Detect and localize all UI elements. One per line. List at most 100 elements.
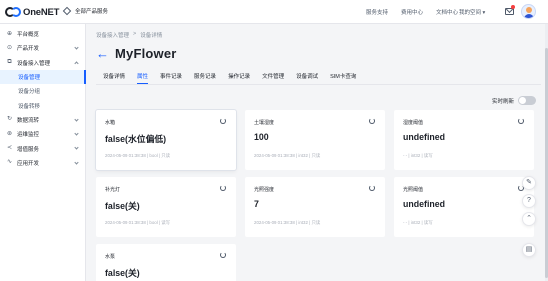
property-card-water-pump[interactable]: 水泵 false(关) <box>96 244 236 281</box>
breadcrumb-device-access[interactable]: 设备接入管理 <box>96 31 129 39</box>
data-flow-icon: ↻ <box>6 116 13 123</box>
sidebar-item-device-management[interactable]: 设备管理 <box>0 69 86 85</box>
tab-service-records[interactable]: 服务记录 <box>194 72 216 84</box>
product-services-menu[interactable]: 全部产品服务 <box>62 6 109 16</box>
notification-dot <box>511 5 515 9</box>
realtime-refresh-toggle[interactable] <box>518 96 536 105</box>
property-card-water-tank[interactable]: 水箱 false(水位偏低) 2024-05-09 01:38:38 | boo… <box>96 110 236 170</box>
chat-icon[interactable]: ▤ <box>522 243 536 257</box>
device-icon: ⧉ <box>7 59 12 66</box>
my-space-menu[interactable]: 我的空间 ▾ <box>459 8 485 16</box>
tab-operation-records[interactable]: 操作记录 <box>228 72 250 84</box>
realtime-refresh: 实时刷新 <box>492 96 536 105</box>
nav-billing-link[interactable]: 费用中心 <box>401 8 423 16</box>
sidebar-item-device-access[interactable]: ⧉ 设备接入管理 <box>0 56 85 70</box>
refresh-icon[interactable] <box>518 118 524 124</box>
back-arrow-icon[interactable]: ← <box>96 46 109 61</box>
chevron-down-icon <box>74 160 79 165</box>
property-meta: 2024-05-09 01:38:38 | bool | 读写 <box>105 220 171 225</box>
chevron-down-icon <box>74 145 79 150</box>
onenet-logo[interactable]: OneNET <box>5 5 59 19</box>
refresh-icon[interactable] <box>369 185 375 191</box>
property-meta: - - | int32 | 读写 <box>403 153 433 158</box>
property-value: undefined <box>403 132 446 142</box>
property-value: false(关) <box>105 268 140 278</box>
refresh-icon[interactable] <box>220 118 226 124</box>
property-value: false(水位偏低) <box>105 134 167 144</box>
sidebar-item-label: 数据流转 <box>17 117 40 124</box>
tab-sim-query[interactable]: SIM卡查询 <box>330 72 356 84</box>
product-icon: ⊙ <box>6 44 13 51</box>
sidebar-item-label: 平台概览 <box>17 32 40 39</box>
logo-text: OneNET <box>23 6 60 18</box>
property-name: 土壤湿度 <box>254 120 275 126</box>
back-to-top-icon[interactable]: ⌃ <box>522 212 536 226</box>
sidebar-item-app-dev[interactable]: ∿ 应用开发 <box>0 156 85 170</box>
sidebar-item-ops-monitor[interactable]: ⊛ 运维监控 <box>0 127 85 141</box>
property-value: 100 <box>254 132 269 142</box>
property-card-light-intensity[interactable]: 光照强度 7 2024-05-09 01:38:38 | int32 | 只读 <box>245 177 385 237</box>
property-name: 光照阈值 <box>403 187 424 193</box>
nav-docs-link[interactable]: 文档中心 <box>436 8 458 16</box>
property-card-fill-light[interactable]: 补光灯 false(关) 2024-05-09 01:38:38 | bool … <box>96 177 236 237</box>
property-card-humidity-threshold[interactable]: 湿度阈值 undefined - - | int32 | 读写 <box>394 110 534 170</box>
sidebar-item-label: 应用开发 <box>17 160 40 167</box>
sidebar-item-label: 设备管理 <box>18 75 41 82</box>
logo-icon <box>5 7 21 17</box>
property-name: 补光灯 <box>105 187 121 193</box>
main-content: 设备接入管理 > 设备详情 ← MyFlower 设备详情 属性 事件记录 服务… <box>87 24 548 281</box>
home-icon: ⊕ <box>6 30 13 37</box>
tab-event-records[interactable]: 事件记录 <box>160 72 182 84</box>
sidebar-item-label: 产品开发 <box>17 46 40 53</box>
sidebar-item-device-group[interactable]: 设备分组 <box>0 84 85 98</box>
top-bar: OneNET 全部产品服务 服务支持 费用中心 文档中心 我的空间 ▾ <box>0 0 548 24</box>
chevron-down-icon <box>74 117 79 122</box>
sidebar-item-label: 设备接入管理 <box>17 60 51 67</box>
tab-divider <box>96 84 541 85</box>
sidebar-item-overview[interactable]: ⊕ 平台概览 <box>0 27 85 41</box>
edit-icon[interactable]: ✎ <box>522 176 536 190</box>
property-meta: 2024-05-09 01:38:38 | bool | 只读 <box>105 153 171 158</box>
sidebar-item-data-flow[interactable]: ↻ 数据流转 <box>0 113 85 127</box>
chevron-down-icon <box>74 131 79 136</box>
value-icon: ≺ <box>6 145 13 152</box>
sidebar-item-label: 增值服务 <box>17 146 40 153</box>
help-icon[interactable]: ? <box>522 194 536 208</box>
sidebar-item-device-transfer[interactable]: 设备转移 <box>0 98 85 112</box>
monitor-icon: ⊛ <box>6 130 13 137</box>
sidebar-item-product-dev[interactable]: ⊙ 产品开发 <box>0 41 85 55</box>
tab-properties[interactable]: 属性 <box>137 72 149 84</box>
property-name: 水箱 <box>105 120 116 126</box>
property-value: 7 <box>254 199 259 209</box>
property-meta: 2024-05-09 01:38:38 | int32 | 只读 <box>254 220 321 225</box>
property-name: 湿度阈值 <box>403 120 424 126</box>
refresh-icon[interactable] <box>220 252 226 258</box>
tab-device-detail[interactable]: 设备详情 <box>103 72 125 84</box>
nav-support-link[interactable]: 服务支持 <box>366 8 388 16</box>
property-card-soil-humidity[interactable]: 土壤湿度 100 2024-05-09 01:38:38 | int32 | 只… <box>245 110 385 170</box>
product-services-label: 全部产品服务 <box>75 9 109 15</box>
breadcrumb-separator: > <box>133 31 137 37</box>
property-name: 光照强度 <box>254 187 275 193</box>
sidebar-item-label: 设备转移 <box>18 103 41 110</box>
property-value: undefined <box>403 199 446 209</box>
property-meta: 2024-05-09 01:38:38 | int32 | 只读 <box>254 153 321 158</box>
top-nav: 服务支持 费用中心 文档中心 <box>366 8 458 16</box>
page-title: MyFlower <box>115 46 177 61</box>
tab-device-debug[interactable]: 设备调试 <box>296 72 318 84</box>
breadcrumb-device-detail: 设备详情 <box>140 33 163 39</box>
sidebar: ⊕ 平台概览 ⊙ 产品开发 ⧉ 设备接入管理 设备管理 设备分组 设备转移 ↻ … <box>0 24 86 281</box>
refresh-icon[interactable] <box>369 118 375 124</box>
tab-file-management[interactable]: 文件管理 <box>262 72 284 84</box>
property-meta: - - | int32 | 读写 <box>403 220 433 225</box>
property-value: false(关) <box>105 201 140 211</box>
sidebar-item-value-added[interactable]: ≺ 增值服务 <box>0 141 85 155</box>
app-icon: ∿ <box>6 159 13 166</box>
mail-icon[interactable] <box>505 8 514 15</box>
property-name: 水泵 <box>105 254 116 260</box>
refresh-icon[interactable] <box>220 185 226 191</box>
avatar[interactable] <box>521 4 536 19</box>
page-header: ← MyFlower <box>96 46 177 61</box>
property-card-light-threshold[interactable]: 光照阈值 undefined - - | int32 | 读写 <box>394 177 534 237</box>
services-icon <box>62 6 72 16</box>
